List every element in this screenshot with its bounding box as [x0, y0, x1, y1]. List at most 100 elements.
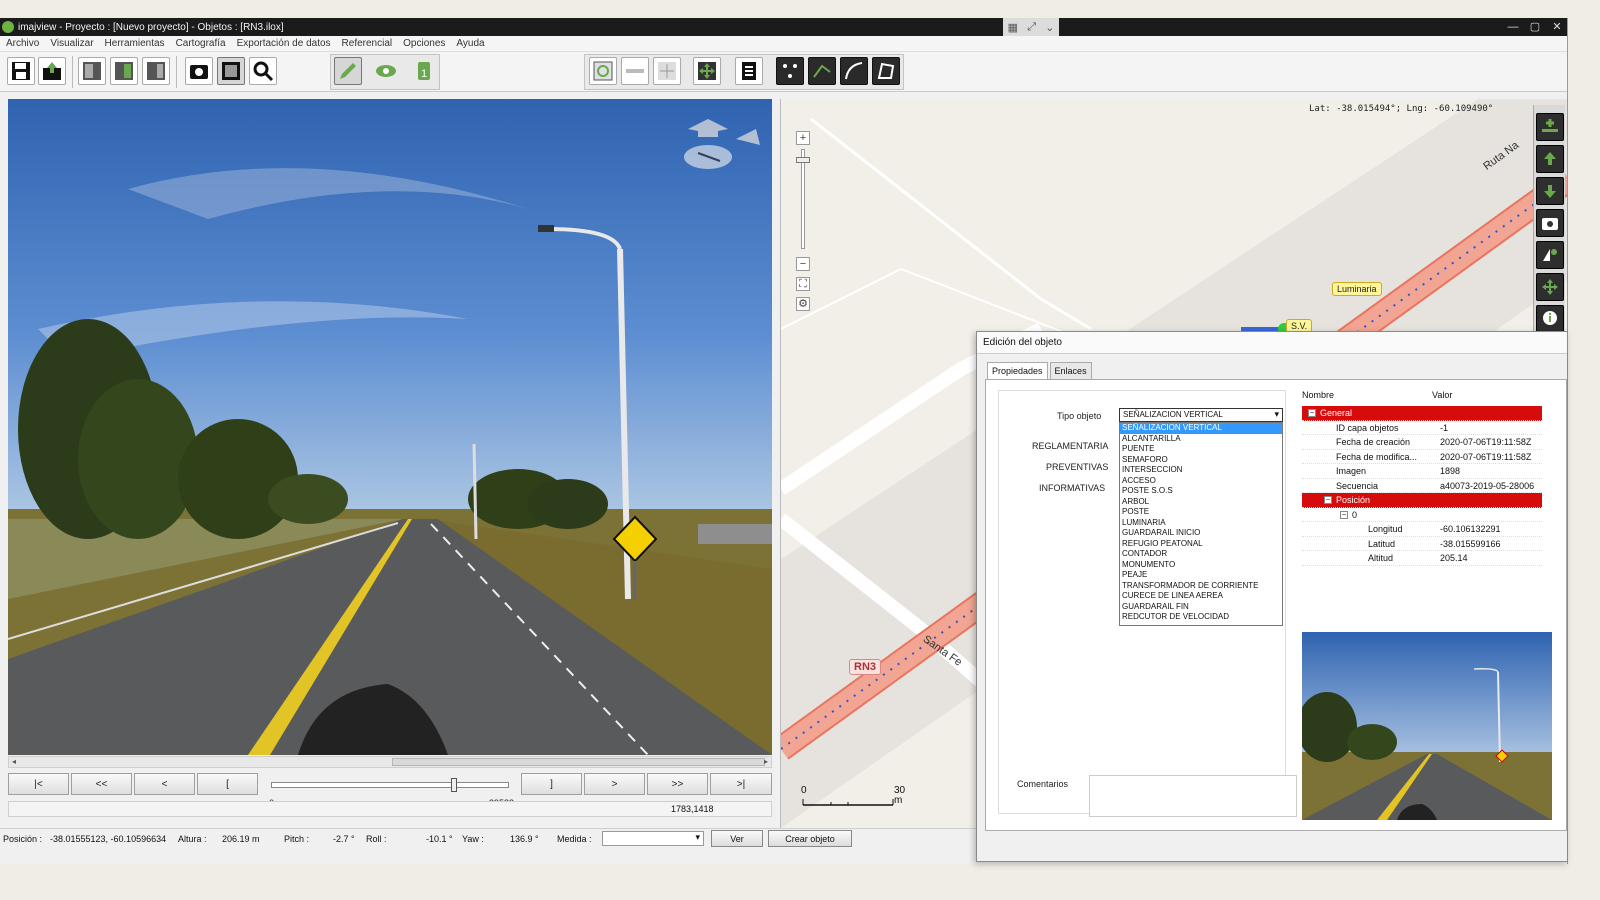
notes-button[interactable]	[735, 57, 763, 85]
property-row[interactable]: Altitud 205.14	[1302, 551, 1542, 566]
add-layer-button[interactable]	[1536, 113, 1564, 141]
nav-first-button[interactable]: |<	[8, 773, 69, 795]
panorama-scrollbar[interactable]: ◂ ▸	[8, 756, 772, 768]
option-interseccion[interactable]: INTERSECCION	[1120, 465, 1282, 476]
tab-enlaces[interactable]: Enlaces	[1049, 362, 1092, 379]
option-arbol[interactable]: ARBOL	[1120, 497, 1282, 508]
collapse-icon[interactable]: −	[1340, 510, 1348, 519]
panorama-viewer[interactable]	[8, 99, 772, 755]
option-peaje[interactable]: PEAJE	[1120, 570, 1282, 581]
option-transformador[interactable]: TRANSFORMADOR DE CORRIENTE	[1120, 581, 1282, 592]
menu-referencial[interactable]: Referencial	[342, 38, 393, 49]
layer-down-button[interactable]	[1536, 177, 1564, 205]
zoom-track[interactable]	[801, 149, 805, 249]
property-row[interactable]: Longitud -60.106132291	[1302, 522, 1542, 537]
option-refugio-peatonal[interactable]: REFUGIO PEATONAL	[1120, 539, 1282, 550]
zoom-button[interactable]	[249, 57, 277, 85]
nav-back-button[interactable]: <	[134, 773, 195, 795]
property-row[interactable]: Fecha de creación 2020-07-06T19:11:58Z	[1302, 435, 1542, 450]
chevron-down-icon[interactable]: ⌄	[1045, 21, 1054, 34]
scroll-thumb[interactable]	[392, 758, 765, 766]
option-puente[interactable]: PUENTE	[1120, 444, 1282, 455]
tool-b-button[interactable]	[653, 57, 681, 85]
group-general[interactable]: − General	[1302, 406, 1542, 421]
fullscreen-icon[interactable]: ⤢	[1027, 21, 1036, 34]
view-toggle-button[interactable]	[372, 57, 400, 85]
close-button[interactable]: ✕	[1546, 18, 1567, 36]
locate-button[interactable]	[1536, 241, 1564, 269]
property-row[interactable]: Latitud -38.015599166	[1302, 537, 1542, 551]
nav-mark-out-button[interactable]: ]	[521, 773, 582, 795]
draw-curve-button[interactable]	[840, 57, 868, 85]
object-image-thumbnail[interactable]	[1302, 632, 1552, 820]
tipo-objeto-select[interactable]: SEÑALIZACION VERTICAL	[1119, 408, 1283, 422]
zoom-out-button[interactable]: −	[796, 257, 810, 271]
option-senalizacion-vertical[interactable]: SEÑALIZACION VERTICAL	[1120, 423, 1282, 434]
grid-icon[interactable]: ▦	[1008, 21, 1018, 34]
tool-a-button[interactable]	[621, 57, 649, 85]
collapse-icon[interactable]: −	[1308, 409, 1316, 417]
property-row[interactable]: Imagen 1898	[1302, 464, 1542, 479]
medida-select[interactable]	[602, 831, 704, 846]
collapse-icon[interactable]: −	[1324, 496, 1332, 504]
maximize-button[interactable]: ▢	[1524, 18, 1546, 36]
zoom-extent-button[interactable]: ⛶	[796, 277, 810, 291]
option-poste[interactable]: POSTE	[1120, 507, 1282, 518]
edit-button[interactable]	[334, 57, 362, 85]
menu-exportacion[interactable]: Exportación de datos	[237, 38, 331, 49]
capture-button[interactable]	[185, 57, 213, 85]
draw-line-button[interactable]	[808, 57, 836, 85]
draw-polygon-button[interactable]	[872, 57, 900, 85]
option-alcantarilla[interactable]: ALCANTARILLA	[1120, 434, 1282, 445]
comentarios-input[interactable]	[1089, 775, 1297, 817]
menu-cartografia[interactable]: Cartografía	[176, 38, 226, 49]
layer-button[interactable]: 1	[410, 57, 438, 85]
property-row[interactable]: − 0	[1302, 508, 1542, 522]
open-project-button[interactable]	[38, 57, 66, 85]
map-capture-button[interactable]	[1536, 209, 1564, 237]
menu-herramientas[interactable]: Herramientas	[105, 38, 165, 49]
group-posicion[interactable]: − Posición	[1302, 493, 1542, 508]
nav-fast-back-button[interactable]: <<	[71, 773, 132, 795]
option-semaforo[interactable]: SEMAFORO	[1120, 455, 1282, 466]
slider-handle[interactable]	[451, 778, 457, 792]
property-row[interactable]: Fecha de modifica... 2020-07-06T19:11:58…	[1302, 450, 1542, 464]
menu-ayuda[interactable]: Ayuda	[456, 38, 484, 49]
zoom-handle[interactable]	[796, 157, 810, 163]
option-poste-sos[interactable]: POSTE S.O.S	[1120, 486, 1282, 497]
menu-opciones[interactable]: Opciones	[403, 38, 445, 49]
scroll-left-icon[interactable]: ◂	[9, 757, 19, 767]
tab-propiedades[interactable]: Propiedades	[987, 362, 1048, 380]
layer-up-button[interactable]	[1536, 145, 1564, 173]
minimize-button[interactable]: —	[1502, 18, 1524, 36]
property-row[interactable]: Secuencia a40073-2019-05-28006	[1302, 479, 1542, 493]
move-object-button[interactable]	[693, 57, 721, 85]
option-curece-linea-aerea[interactable]: CURECE DE LINEA AEREA	[1120, 591, 1282, 602]
menu-visualizar[interactable]: Visualizar	[50, 38, 93, 49]
map-settings-button[interactable]: ⚙	[796, 297, 810, 311]
add-point-button[interactable]	[589, 57, 617, 85]
option-guardarail-inicio[interactable]: GUARDARAIL INICIO	[1120, 528, 1282, 539]
crear-objeto-button[interactable]: Crear objeto	[768, 830, 852, 847]
option-reductor-velocidad[interactable]: REDCUTOR DE VELOCIDAD	[1120, 612, 1282, 623]
option-acceso[interactable]: ACCESO	[1120, 476, 1282, 487]
menu-archivo[interactable]: Archivo	[6, 38, 39, 49]
nav-forward-button[interactable]: >	[584, 773, 645, 795]
option-luminaria[interactable]: LUMINARIA	[1120, 518, 1282, 529]
option-contador[interactable]: CONTADOR	[1120, 549, 1282, 560]
pan-button[interactable]	[1536, 273, 1564, 301]
scroll-right-icon[interactable]: ▸	[761, 757, 771, 767]
ver-button[interactable]: Ver	[711, 830, 763, 847]
property-row[interactable]: ID capa objetos -1	[1302, 421, 1542, 435]
layout-right-button[interactable]	[142, 57, 170, 85]
option-guardarail-fin[interactable]: GUARDARAIL FIN	[1120, 602, 1282, 613]
zoom-in-button[interactable]: +	[796, 131, 810, 145]
nav-mark-in-button[interactable]: [	[197, 773, 258, 795]
nav-fast-forward-button[interactable]: >>	[647, 773, 708, 795]
save-button[interactable]	[7, 57, 35, 85]
nav-last-button[interactable]: >|	[710, 773, 772, 795]
layout-split-button[interactable]	[110, 57, 138, 85]
poi-luminaria[interactable]: Luminaria	[1332, 282, 1382, 296]
frame-button[interactable]	[217, 57, 245, 85]
sequence-slider[interactable]	[271, 778, 509, 792]
